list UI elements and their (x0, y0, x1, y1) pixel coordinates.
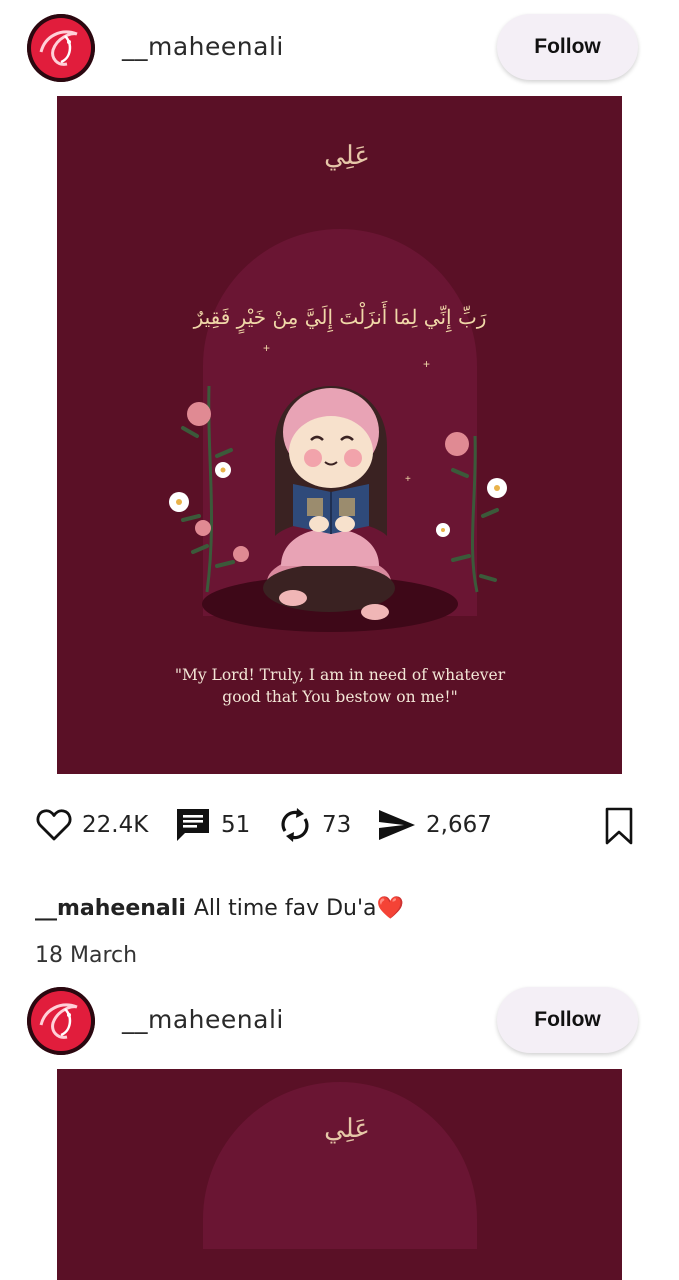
svg-text:+: + (263, 341, 270, 355)
quote-line-2: good that You bestow on me!" (222, 688, 457, 706)
avatar[interactable] (27, 14, 95, 82)
share-count: 2,667 (426, 812, 492, 838)
post-date: 18 March (35, 943, 138, 968)
repost-button[interactable]: 73 (278, 804, 351, 846)
svg-text:+: + (405, 474, 411, 485)
username[interactable]: __maheenali (122, 1005, 284, 1034)
like-button[interactable]: 22.4K (36, 804, 148, 846)
post-image[interactable]: عَلِي (57, 1069, 622, 1280)
arabic-verse: رَبِّ إِنِّي لِمَا أَنزَلْتَ إِلَيَّ مِن… (193, 300, 487, 334)
post-1: __maheenali Follow عَلِي رَبِّ إِنِّي لِ… (0, 0, 679, 980)
quote-line-1: "My Lord! Truly, I am in need of whateve… (175, 666, 506, 684)
post-header: __maheenali Follow (0, 973, 679, 1069)
svg-text:+: + (423, 357, 430, 371)
bookmark-icon (600, 807, 638, 850)
post-2: __maheenali Follow عَلِي (0, 973, 679, 1280)
logo-mark: عَلِي (324, 141, 370, 171)
caption-username[interactable]: __maheenali (35, 896, 186, 921)
comment-button[interactable]: 51 (175, 804, 250, 846)
follow-button[interactable]: Follow (497, 14, 638, 80)
like-count: 22.4K (82, 812, 149, 838)
follow-button[interactable]: Follow (497, 987, 638, 1053)
post-header: __maheenali Follow (0, 0, 679, 96)
avatar[interactable] (27, 987, 95, 1055)
save-button[interactable] (600, 806, 638, 846)
post-image[interactable]: عَلِي رَبِّ إِنِّي لِمَا أَنزَلْتَ إِلَي… (57, 96, 622, 774)
post-caption: __maheenali All time fav Du'a❤️ (35, 896, 404, 921)
repost-count: 73 (322, 812, 352, 838)
caption-text: All time fav Du'a❤️ (193, 896, 404, 921)
heart-outline-icon (36, 808, 72, 842)
comment-icon (175, 807, 211, 843)
comment-count: 51 (221, 812, 251, 838)
send-icon (378, 809, 416, 841)
share-button[interactable]: 2,667 (378, 804, 492, 846)
post-actions: 22.4K 51 73 2,667 (0, 790, 679, 860)
repost-icon (278, 807, 312, 843)
username[interactable]: __maheenali (122, 32, 284, 61)
logo-mark: عَلِي (324, 1114, 370, 1144)
